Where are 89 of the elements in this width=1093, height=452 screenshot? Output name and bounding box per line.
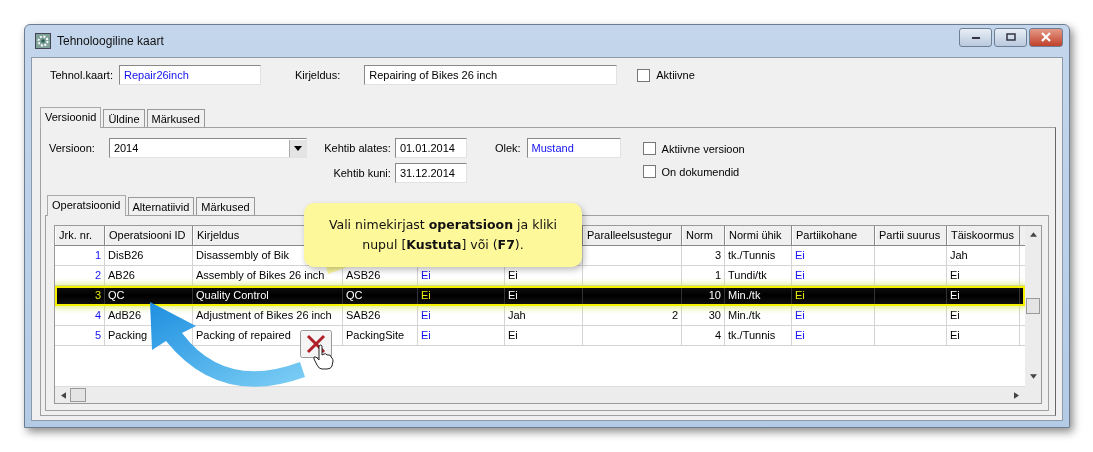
table-cell: Ei xyxy=(505,326,583,345)
table-cell: 5 xyxy=(55,326,105,345)
scroll-right-icon[interactable] xyxy=(1014,391,1019,399)
table-cell: 4 xyxy=(55,306,105,325)
scroll-up-icon[interactable] xyxy=(1029,232,1037,237)
table-cell: tk./Tunnis xyxy=(725,246,792,265)
column-header[interactable]: Partii suurus xyxy=(875,226,947,245)
scroll-thumb[interactable] xyxy=(1026,297,1040,314)
column-header[interactable]: Täiskoormus xyxy=(947,226,1020,245)
vertical-scrollbar[interactable] xyxy=(1025,226,1041,403)
window-title: Tehnoloogiline kaart xyxy=(57,34,164,48)
minimize-button[interactable] xyxy=(959,27,992,47)
gear-icon xyxy=(35,33,51,49)
table-cell: QC xyxy=(343,286,418,305)
maximize-button[interactable] xyxy=(994,27,1027,47)
table-cell: Ei xyxy=(947,306,1020,325)
table-cell: Ei xyxy=(947,286,1020,305)
tab[interactable]: Märkused xyxy=(146,109,205,127)
field-label: Olek: xyxy=(494,141,521,156)
field-label: Versioon: xyxy=(49,141,95,156)
table-cell: AB26 xyxy=(105,266,193,285)
tab[interactable]: Alternatiivid xyxy=(127,197,195,215)
field-label: Kehtib kuni: xyxy=(333,167,391,179)
checkbox-label: On dokumendid xyxy=(661,165,740,178)
table-cell: SAB26 xyxy=(343,306,418,325)
scroll-down-icon[interactable] xyxy=(1029,374,1037,379)
close-icon xyxy=(1041,32,1051,42)
checkbox[interactable] xyxy=(642,165,656,178)
table-cell: 3 xyxy=(682,246,725,265)
table-cell: Min./tk xyxy=(725,286,792,305)
field-label: Kehtib alates: xyxy=(324,142,391,154)
column-header[interactable]: Normi ühik xyxy=(725,226,792,245)
table-cell: PackingSite xyxy=(343,326,418,345)
table-cell: 30 xyxy=(682,306,725,325)
maximize-icon xyxy=(1005,33,1016,41)
table-cell: Ei xyxy=(792,306,875,325)
dropdown-arrow-icon xyxy=(293,145,302,151)
table-cell: 1 xyxy=(682,266,725,285)
checkbox-label: Aktiivne xyxy=(656,69,695,81)
table-cell: 2 xyxy=(583,306,682,325)
column-header[interactable]: Partiikohane xyxy=(792,226,875,245)
scroll-thumb[interactable] xyxy=(70,388,86,402)
selected-row[interactable]: 3 QC Quality Control QC Ei Ei 10 Min./tk Ei Ei xyxy=(55,286,1025,306)
scroll-left-icon[interactable] xyxy=(61,391,66,399)
column-header[interactable]: Paralleelsustegur xyxy=(583,226,682,245)
tab[interactable]: Versioonid xyxy=(40,107,102,128)
tab[interactable]: Üldine xyxy=(103,109,145,127)
table-cell: Ei xyxy=(947,326,1020,345)
close-button[interactable] xyxy=(1029,27,1063,47)
table-cell: Ei xyxy=(792,326,875,345)
table-cell: Ei xyxy=(792,266,875,285)
field-label: Tehnol.kaart: xyxy=(50,69,113,81)
table-cell: 2 xyxy=(55,266,105,285)
table-cell: Quality Control xyxy=(193,286,343,305)
table-cell: Ei xyxy=(792,286,875,305)
minimize-icon xyxy=(970,34,981,40)
table-cell: Ei xyxy=(947,266,1020,285)
table-cell: Ei xyxy=(792,246,875,265)
horizontal-scrollbar[interactable] xyxy=(55,386,1025,403)
table-cell: 4 xyxy=(682,326,725,345)
hand-cursor-icon xyxy=(312,344,334,370)
column-header[interactable]: Operatsiooni ID xyxy=(105,226,193,245)
table-cell: Min./tk xyxy=(725,306,792,325)
version-dropdown[interactable]: 2014 xyxy=(108,138,307,158)
table-cell: Ei xyxy=(418,326,505,345)
input-field[interactable]: Repair26inch xyxy=(119,65,261,85)
column-header[interactable]: Norm xyxy=(682,226,725,245)
table-cell: 10 xyxy=(682,286,725,305)
field-label: Kirjeldus: xyxy=(295,69,341,81)
table-cell: tk./Tunnis xyxy=(725,326,792,345)
input-field[interactable]: Repairing of Bikes 26 inch xyxy=(364,65,618,85)
table-cell: Jah xyxy=(505,306,583,325)
table-cell: Ei xyxy=(505,286,583,305)
tab[interactable]: Operatsioonid xyxy=(47,195,126,216)
table-cell: 3 xyxy=(55,286,105,305)
table-cell: 1 xyxy=(55,246,105,265)
checkbox[interactable] xyxy=(637,68,651,82)
table-cell: DisB26 xyxy=(105,246,193,265)
checkbox-label: Aktiivne versioon xyxy=(661,142,745,155)
table-cell: Ei xyxy=(418,306,505,325)
tab[interactable]: Märkused xyxy=(196,197,255,215)
date-field[interactable]: 31.12.2014 xyxy=(394,163,467,183)
checkbox[interactable] xyxy=(642,142,656,155)
table-cell: Tundi/tk xyxy=(725,266,792,285)
status-field[interactable]: Mustand xyxy=(526,138,621,158)
date-field[interactable]: 01.01.2014 xyxy=(394,138,467,158)
table-cell: Ei xyxy=(418,286,505,305)
column-header[interactable]: Jrk. nr. xyxy=(55,226,105,245)
table-cell: Jah xyxy=(947,246,1020,265)
